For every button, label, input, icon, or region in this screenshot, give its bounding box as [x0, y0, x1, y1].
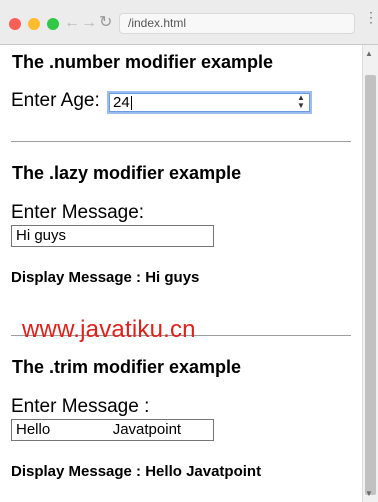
lazy-section-heading: The .lazy modifier example — [12, 163, 242, 183]
scroll-down-icon[interactable]: ▼ — [365, 489, 373, 498]
lazy-display-message: Display Message : Hi guys — [11, 269, 200, 286]
trim-section-heading: The .trim modifier example — [12, 357, 242, 377]
trim-display-message: Display Message : Hello Javatpoint — [11, 463, 262, 480]
lazy-message-input[interactable]: Hi guys — [11, 225, 214, 247]
forward-arrow-icon[interactable]: → — [81, 14, 97, 32]
text-caret — [130, 96, 132, 111]
scroll-up-icon[interactable]: ▲ — [365, 49, 373, 58]
number-section-heading: The .number modifier example — [12, 52, 274, 72]
scrollbar-thumb[interactable] — [365, 75, 376, 495]
address-bar[interactable]: /index.html — [119, 13, 355, 34]
watermark: www.javatiku.cn — [22, 316, 196, 343]
number-spinner-icon[interactable]: ▲ ▼ — [296, 94, 306, 110]
trim-message-label: Enter Message : — [11, 396, 150, 417]
minimize-window-button[interactable] — [28, 18, 40, 30]
close-window-button[interactable] — [9, 18, 21, 30]
page-content: The .number modifier example Enter Age: … — [0, 45, 362, 502]
maximize-window-button[interactable] — [47, 18, 59, 30]
vertical-scrollbar[interactable]: ▲ ▼ — [362, 45, 378, 502]
trim-message-input[interactable]: Hello Javatpoint — [11, 419, 214, 441]
divider-1 — [11, 141, 351, 142]
age-label: Enter Age: — [11, 90, 100, 111]
browser-menu-icon[interactable]: ⋮ — [364, 10, 378, 24]
reload-icon[interactable]: ↻ — [99, 14, 112, 32]
browser-toolbar: ← → ↻ /index.html ⋮ — [0, 0, 378, 45]
age-input-value: 24 — [113, 94, 130, 111]
lazy-message-label: Enter Message: — [11, 202, 145, 223]
age-number-input[interactable]: 24 ▲ ▼ — [107, 91, 312, 114]
back-arrow-icon[interactable]: ← — [64, 14, 80, 32]
